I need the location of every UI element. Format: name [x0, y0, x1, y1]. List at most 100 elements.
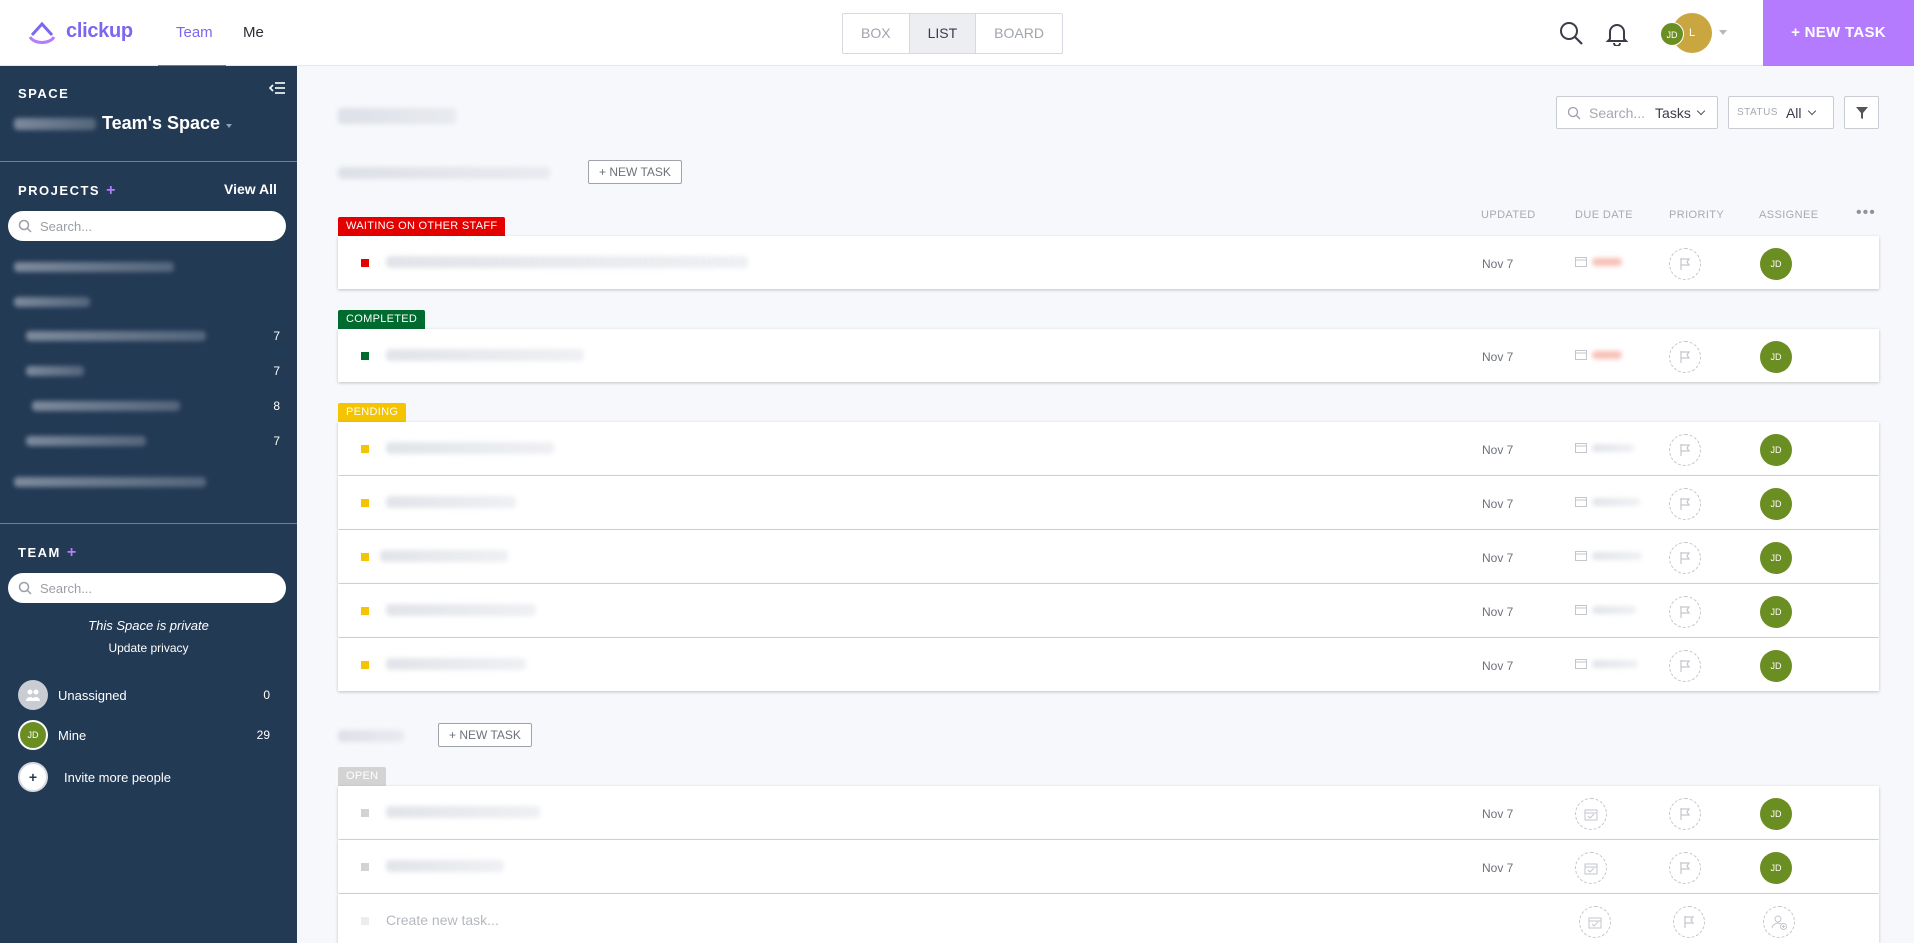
task-due-date[interactable]: [1575, 550, 1642, 561]
avatar[interactable]: JD: [1760, 650, 1792, 682]
column-priority[interactable]: PRIORITY: [1669, 209, 1724, 221]
add-assignee-button[interactable]: [1763, 906, 1795, 938]
list-item[interactable]: 7: [14, 326, 284, 346]
projects-search-input[interactable]: [40, 218, 260, 234]
view-all-link[interactable]: View All: [224, 181, 277, 197]
avatar[interactable]: JD: [1760, 488, 1792, 520]
task-updated: Nov 7: [1482, 807, 1514, 821]
user-avatar[interactable]: L JD: [1660, 13, 1716, 53]
task-due-date[interactable]: [1575, 442, 1634, 453]
task-due-date[interactable]: [1575, 349, 1622, 360]
priority-flag[interactable]: [1669, 650, 1701, 682]
table-row[interactable]: Nov 7 JD: [338, 422, 1879, 475]
table-row[interactable]: Nov 7 JD: [338, 236, 1879, 289]
priority-flag[interactable]: [1669, 248, 1701, 280]
member-unassigned[interactable]: Unassigned 0: [18, 680, 270, 710]
status-square[interactable]: [361, 259, 369, 267]
projects-search[interactable]: [8, 211, 286, 241]
task-due-date[interactable]: [1575, 604, 1636, 615]
status-filter[interactable]: STATUS All: [1728, 96, 1834, 129]
due-date-redacted: [1592, 350, 1622, 359]
column-updated[interactable]: UPDATED: [1481, 209, 1536, 221]
due-date-picker[interactable]: [1575, 852, 1607, 884]
task-search[interactable]: Search... Tasks: [1556, 96, 1718, 129]
more-icon[interactable]: •••: [1856, 204, 1876, 222]
create-task-input[interactable]: Create new task...: [386, 912, 499, 928]
collapse-sidebar-icon[interactable]: [268, 80, 286, 96]
team-search[interactable]: [8, 573, 286, 603]
search-scope[interactable]: Tasks: [1655, 105, 1691, 121]
task-due-date[interactable]: [1575, 658, 1638, 669]
table-row[interactable]: Nov 7 JD: [338, 530, 1879, 583]
status-square[interactable]: [361, 863, 369, 871]
priority-flag[interactable]: [1669, 852, 1701, 884]
priority-flag[interactable]: [1669, 488, 1701, 520]
list-count: 8: [273, 399, 280, 413]
update-privacy-link[interactable]: Update privacy: [0, 641, 297, 655]
create-task-row[interactable]: Create new task...: [338, 894, 1879, 943]
view-list-button[interactable]: LIST: [909, 14, 977, 53]
priority-flag[interactable]: [1669, 798, 1701, 830]
table-row[interactable]: Nov 7 JD: [338, 786, 1879, 839]
nav-team[interactable]: Team: [176, 24, 213, 41]
priority-flag[interactable]: [1673, 906, 1705, 938]
task-due-date[interactable]: [1575, 256, 1622, 267]
table-row[interactable]: Nov 7 JD: [338, 584, 1879, 637]
add-project-icon[interactable]: +: [106, 182, 117, 199]
search-icon[interactable]: [1558, 20, 1584, 46]
bell-icon[interactable]: [1604, 20, 1630, 46]
status-square[interactable]: [361, 809, 369, 817]
new-task-button[interactable]: + NEW TASK: [1763, 0, 1914, 66]
filter-button[interactable]: [1844, 96, 1879, 129]
new-task-small-button[interactable]: + NEW TASK: [588, 160, 682, 184]
column-assignee[interactable]: ASSIGNEE: [1759, 209, 1818, 221]
table-row[interactable]: Nov 7 JD: [338, 638, 1879, 691]
project-item[interactable]: [14, 257, 284, 277]
status-square[interactable]: [361, 352, 369, 360]
task-due-date[interactable]: [1575, 496, 1640, 507]
avatar[interactable]: JD: [1760, 596, 1792, 628]
priority-flag[interactable]: [1669, 434, 1701, 466]
column-due-date[interactable]: DUE DATE: [1575, 209, 1633, 221]
team-search-input[interactable]: [40, 580, 260, 596]
logo[interactable]: clickup: [26, 14, 133, 48]
invite-more-people[interactable]: + Invite more people: [18, 762, 270, 792]
priority-flag[interactable]: [1669, 341, 1701, 373]
table-row[interactable]: Nov 7 JD: [338, 476, 1879, 529]
status-tag-open: OPEN: [338, 767, 387, 786]
view-box-button[interactable]: BOX: [843, 14, 910, 53]
divider: [0, 161, 297, 162]
status-square[interactable]: [361, 445, 369, 453]
avatar[interactable]: JD: [1760, 248, 1792, 280]
task-name-redacted: [386, 860, 504, 872]
project-item[interactable]: [14, 292, 284, 312]
new-task-small-button[interactable]: + NEW TASK: [438, 723, 532, 747]
chevron-down-icon[interactable]: [1719, 30, 1727, 35]
list-item[interactable]: 7: [14, 361, 284, 381]
nav-me[interactable]: Me: [243, 24, 264, 41]
add-team-member-icon[interactable]: +: [67, 544, 78, 561]
table-row[interactable]: Nov 7 JD: [338, 840, 1879, 893]
list-item[interactable]: 8: [14, 396, 284, 416]
due-date-picker[interactable]: [1579, 906, 1611, 938]
avatar[interactable]: JD: [1760, 542, 1792, 574]
status-square[interactable]: [361, 499, 369, 507]
project-item[interactable]: [14, 472, 284, 492]
due-date-picker[interactable]: [1575, 798, 1607, 830]
avatar[interactable]: JD: [1760, 798, 1792, 830]
priority-flag[interactable]: [1669, 542, 1701, 574]
member-mine[interactable]: JD Mine 29: [18, 720, 270, 750]
status-square[interactable]: [361, 607, 369, 615]
space-selector[interactable]: Team's Space: [14, 113, 233, 134]
table-row[interactable]: Nov 7 JD: [338, 329, 1879, 382]
avatar[interactable]: JD: [1760, 341, 1792, 373]
avatar[interactable]: JD: [1760, 434, 1792, 466]
priority-flag[interactable]: [1669, 596, 1701, 628]
list-item[interactable]: 7: [14, 431, 284, 451]
view-board-button[interactable]: BOARD: [976, 14, 1062, 53]
flag-icon: [1680, 660, 1691, 672]
status-square[interactable]: [361, 553, 369, 561]
avatar[interactable]: JD: [1760, 852, 1792, 884]
status-square[interactable]: [361, 661, 369, 669]
filter-icon: [1855, 106, 1868, 119]
